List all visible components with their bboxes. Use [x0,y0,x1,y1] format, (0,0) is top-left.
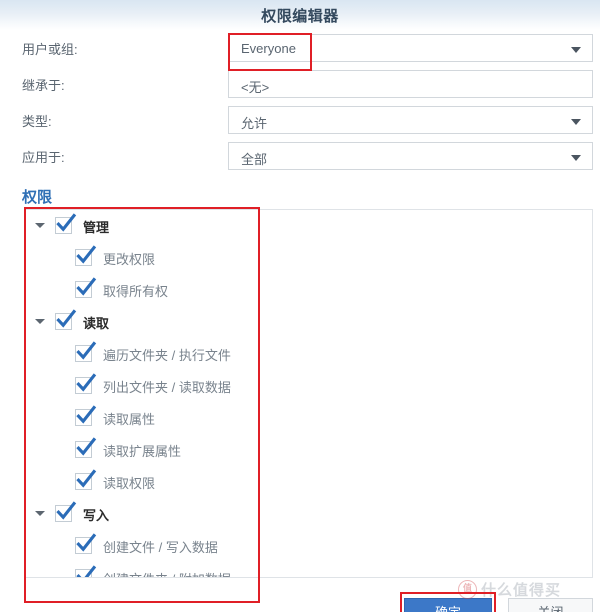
chevron-down-icon[interactable] [35,319,45,324]
field-label-type: 类型: [22,114,52,129]
form-row-type: 类型: 允许 [0,102,600,138]
field-label-inherited-from: 继承于: [22,78,65,93]
close-button[interactable]: 关闭 [508,598,593,612]
permission-label: 创建文件夹 / 附加数据 [103,569,231,577]
chevron-down-icon[interactable] [571,155,581,161]
permission-label: 遍历文件夹 / 执行文件 [103,348,231,363]
permission-label: 读取权限 [103,476,156,491]
chevron-down-icon[interactable] [571,119,581,125]
permissions-section-title: 权限 [22,189,53,206]
field-value-applies-to: 全部 [241,152,268,167]
permission-checkbox[interactable] [55,309,77,331]
checkmark-icon [76,533,97,552]
field-value-user-or-group: Everyone [241,41,296,56]
permission-checkbox[interactable] [55,501,77,523]
checkmark-icon [56,213,77,232]
dropdown-user-or-group[interactable]: Everyone [228,34,593,62]
checkmark-icon [76,469,97,488]
checkmark-icon [76,565,97,577]
chevron-down-icon[interactable] [35,511,45,516]
chevron-down-icon[interactable] [571,47,581,53]
form-row-applies-to: 应用于: 全部 [0,138,600,174]
permission-row[interactable]: 列出文件夹 / 读取数据 [25,370,592,402]
permission-checkbox[interactable] [75,373,97,395]
permission-label: 读取扩展属性 [103,444,182,459]
permission-label: 取得所有权 [103,284,169,299]
permission-label: 写入 [83,508,110,523]
form-row-user-or-group: 用户或组: Everyone [0,30,600,66]
checkmark-icon [56,309,77,328]
field-label-applies-to: 应用于: [22,150,65,165]
site-watermark: 值 什么值得买 [458,578,561,600]
confirm-button[interactable]: 确定 [404,598,492,612]
permission-checkbox[interactable] [75,405,97,427]
checkmark-icon [76,341,97,360]
permission-checkbox[interactable] [55,213,77,235]
checkmark-icon [76,437,97,456]
permission-row[interactable]: 创建文件夹 / 附加数据 [25,562,592,577]
permission-checkbox[interactable] [75,341,97,363]
permission-row[interactable]: 管理 [25,210,592,242]
permission-checkbox[interactable] [75,469,97,491]
field-value-type: 允许 [241,116,268,131]
permission-label: 创建文件 / 写入数据 [103,540,218,555]
form-row-inherited-from: 继承于: <无> [0,66,600,102]
checkmark-icon [76,245,97,264]
checkmark-icon [76,277,97,296]
field-value-inherited-from: <无> [241,80,270,95]
permission-label: 读取属性 [103,412,156,427]
permission-row[interactable]: 写入 [25,498,592,530]
form-fields: 用户或组: Everyone 继承于: <无> 类型: 允许应用于: 全部 [0,30,600,174]
permission-checkbox[interactable] [75,277,97,299]
checkmark-icon [76,405,97,424]
permissions-tree: 管理更改权限取得所有权读取遍历文件夹 / 执行文件 列出文件夹 / 读取数据 读取属… [25,210,592,577]
permissions-panel[interactable]: 管理更改权限取得所有权读取遍历文件夹 / 执行文件 列出文件夹 / 读取数据 读取属… [24,209,593,578]
chevron-down-icon[interactable] [35,223,45,228]
permission-row[interactable]: 读取 [25,306,592,338]
field-label-user-or-group: 用户或组: [22,42,78,57]
permission-checkbox[interactable] [75,245,97,267]
watermark-logo-icon: 值 [458,579,477,599]
permission-checkbox[interactable] [75,533,97,555]
permission-row[interactable]: 遍历文件夹 / 执行文件 [25,338,592,370]
permission-row[interactable]: 创建文件 / 写入数据 [25,530,592,562]
watermark-text: 什么值得买 [481,581,562,599]
permission-row[interactable]: 更改权限 [25,242,592,274]
dropdown-type[interactable]: 允许 [228,106,593,134]
permission-row[interactable]: 读取属性 [25,402,592,434]
permission-label: 管理 [83,220,110,235]
permission-row[interactable]: 取得所有权 [25,274,592,306]
dialog-header: 权限编辑器 [0,0,600,30]
checkmark-icon [56,501,77,520]
permission-label: 读取 [83,316,110,331]
permission-editor-dialog: 权限编辑器 用户或组: Everyone 继承于: <无> 类型: 允许应用于: 全部 权限… [0,0,600,612]
readonly-field-inherited-from: <无> [228,70,593,98]
dropdown-applies-to[interactable]: 全部 [228,142,593,170]
permission-label: 更改权限 [103,252,156,267]
permission-label: 列出文件夹 / 读取数据 [103,380,231,395]
permission-row[interactable]: 读取扩展属性 [25,434,592,466]
permission-checkbox[interactable] [75,565,97,577]
checkmark-icon [76,373,97,392]
page-title: 权限编辑器 [261,8,339,25]
permission-row[interactable]: 读取权限 [25,466,592,498]
permission-checkbox[interactable] [75,437,97,459]
